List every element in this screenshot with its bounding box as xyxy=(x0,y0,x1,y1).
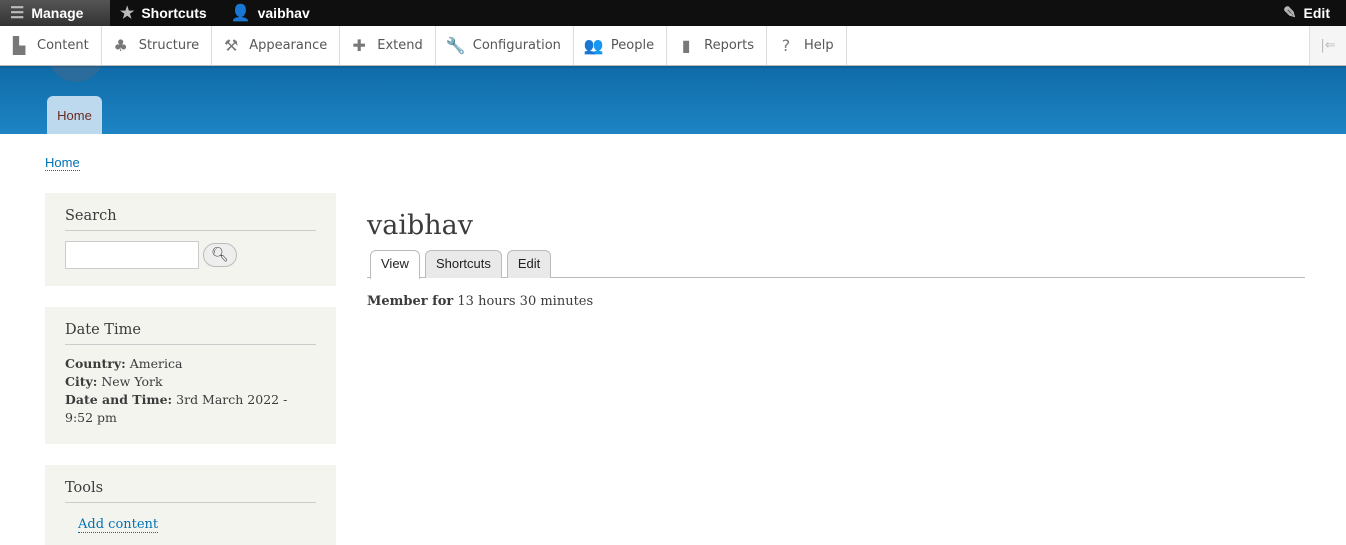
tray-item-label: Reports xyxy=(704,38,754,53)
member-for: Member for 13 hours 30 minutes xyxy=(367,294,1305,309)
tab-edit[interactable]: Edit xyxy=(506,250,552,278)
tray-item-label: People xyxy=(610,38,655,53)
edit-button[interactable]: ✎ Edit xyxy=(1273,0,1346,26)
search-title: Search xyxy=(65,208,316,231)
configuration-icon: 🔧 xyxy=(445,36,466,55)
search-input[interactable] xyxy=(65,241,199,269)
tray-item-label: Extend xyxy=(377,38,423,53)
tray-item-people[interactable]: 👥 People xyxy=(574,26,668,65)
menu-icon: ☰ xyxy=(10,5,25,22)
tray-item-appearance[interactable]: ⚒ Appearance xyxy=(212,26,341,65)
appearance-icon: ⚒ xyxy=(224,36,239,55)
edit-label: Edit xyxy=(1303,5,1330,21)
tray-item-help[interactable]: ? Help xyxy=(767,26,847,65)
search-block: Search 🔍︎ xyxy=(45,193,336,286)
datetime-label: Date and Time: xyxy=(65,392,173,407)
city-label: City: xyxy=(65,374,98,389)
tools-title: Tools xyxy=(65,480,316,503)
manage-button[interactable]: ☰ Manage xyxy=(0,0,110,26)
admin-toolbar: ☰ Manage ★ Shortcuts 👤 vaibhav ✎ Edit xyxy=(0,0,1346,26)
country-row: Country: America xyxy=(65,355,316,373)
structure-icon: ♣ xyxy=(113,36,128,55)
search-icon: 🔍︎ xyxy=(211,247,229,263)
city-value: New York xyxy=(101,374,163,389)
member-label: Member for xyxy=(367,294,454,309)
tray-item-label: Content xyxy=(37,38,89,53)
user-label: vaibhav xyxy=(257,5,310,21)
help-icon: ? xyxy=(781,36,791,55)
tray-item-content[interactable]: ▙ Content xyxy=(0,26,102,65)
tab-view[interactable]: View xyxy=(370,250,420,279)
datetime-title: Date Time xyxy=(65,322,316,345)
add-content-link[interactable]: Add content xyxy=(78,517,159,533)
breadcrumb-home[interactable]: Home xyxy=(45,155,80,171)
nav-home[interactable]: Home xyxy=(47,96,102,134)
collapse-icon: |⇐ xyxy=(1320,38,1336,53)
local-tabs: View Shortcuts Edit xyxy=(367,249,1305,279)
page-title: vaibhav xyxy=(367,210,474,241)
admin-tray: ▙ Content ♣ Structure ⚒ Appearance ✚ Extend 🔧 Con… xyxy=(0,26,1346,66)
tray-item-extend[interactable]: ✚ Extend xyxy=(340,26,436,65)
tray-item-label: Help xyxy=(804,38,834,53)
member-value: 13 hours 30 minutes xyxy=(457,294,594,309)
datetime-row: Date and Time: 3rd March 2022 - 9:52 pm xyxy=(65,391,316,427)
country-value: America xyxy=(129,356,183,371)
collapse-tray-button[interactable]: |⇐ xyxy=(1309,26,1346,65)
main-content: vaibhav View Shortcuts Edit Member for 1… xyxy=(367,210,1305,309)
user-button[interactable]: 👤 vaibhav xyxy=(221,0,324,26)
shortcuts-label: Shortcuts xyxy=(141,5,207,21)
site-header: Home xyxy=(0,54,1346,134)
tools-block: Tools Add content xyxy=(45,465,336,545)
city-row: City: New York xyxy=(65,373,316,391)
tab-shortcuts[interactable]: Shortcuts xyxy=(424,250,502,278)
tray-item-label: Configuration xyxy=(472,38,561,53)
tray-item-label: Structure xyxy=(138,38,200,53)
tray-item-structure[interactable]: ♣ Structure xyxy=(102,26,213,65)
country-label: Country: xyxy=(65,356,126,371)
tray-item-reports[interactable]: ▮ Reports xyxy=(667,26,767,65)
extend-icon: ✚ xyxy=(352,36,366,55)
pencil-icon: ✎ xyxy=(1283,5,1297,22)
reports-icon: ▮ xyxy=(681,36,691,55)
tray-item-label: Appearance xyxy=(249,38,328,53)
tray-item-configuration[interactable]: 🔧 Configuration xyxy=(436,26,574,65)
user-icon: 👤 xyxy=(230,5,251,22)
people-icon: 👥 xyxy=(583,36,604,55)
star-icon: ★ xyxy=(120,5,135,22)
manage-label: Manage xyxy=(31,5,84,21)
content-icon: ▙ xyxy=(12,36,26,55)
datetime-block: Date Time Country: America City: New Yor… xyxy=(45,307,336,444)
search-button[interactable]: 🔍︎ xyxy=(203,243,237,267)
shortcuts-button[interactable]: ★ Shortcuts xyxy=(110,0,221,26)
